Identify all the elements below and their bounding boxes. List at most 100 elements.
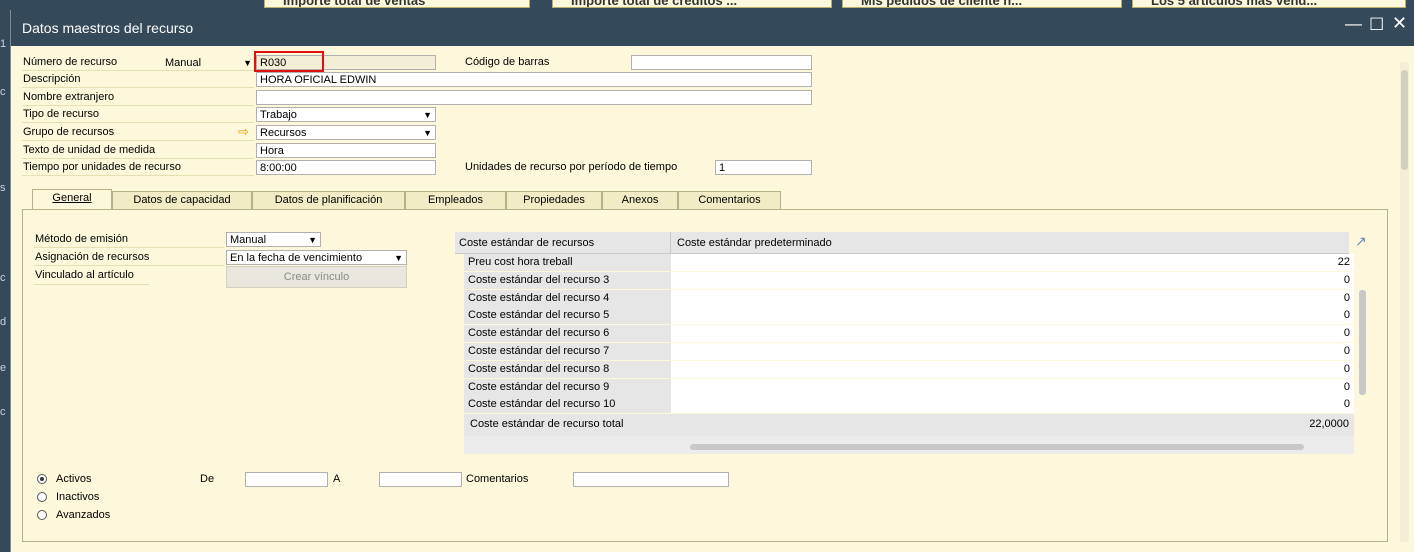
grupo-select[interactable]: Recursos ▼: [256, 125, 436, 140]
cost-row: Coste estándar del recurso 50: [464, 307, 1354, 325]
inactivos-radio[interactable]: [37, 492, 47, 502]
cost-col2-header: Coste estándar predeterminado: [677, 237, 832, 249]
row-divider: [22, 87, 254, 88]
cost-row-label: Coste estándar del recurso 6: [464, 325, 671, 343]
cost-row: Coste estándar del recurso 30: [464, 271, 1354, 289]
numero-series-select[interactable]: Manual ▼: [161, 55, 256, 70]
unidades-periodo-label: Unidades de recurso por período de tiemp…: [465, 161, 678, 173]
minimize-icon[interactable]: —: [1345, 14, 1362, 34]
tab-label: Empleados: [427, 194, 484, 206]
texto-unidad-input[interactable]: Hora: [256, 143, 436, 158]
activos-radio[interactable]: [37, 474, 47, 484]
close-icon[interactable]: ✕: [1392, 13, 1407, 34]
grupo-label: Grupo de recursos: [23, 126, 115, 138]
left-strip-char: d: [0, 316, 7, 328]
asignacion-label: Asignación de recursos: [35, 251, 150, 263]
cost-total-row: Coste estándar de recurso total 22,0000: [464, 414, 1354, 436]
bg-tab-articulos[interactable]: Los 5 artículos más vend...: [1132, 0, 1406, 8]
row-divider: [22, 122, 254, 123]
nombre-extranjero-label: Nombre extranjero: [23, 91, 115, 103]
left-strip-char: c: [0, 272, 6, 284]
left-strip-char: c: [0, 406, 6, 418]
window-scrollbar-track[interactable]: [1400, 62, 1409, 542]
unidades-periodo-input[interactable]: 1: [715, 160, 812, 175]
cost-row-value[interactable]: 0: [671, 271, 1354, 289]
codigo-barras-label: Código de barras: [465, 56, 550, 68]
descripcion-input[interactable]: HORA OFICIAL EDWIN: [256, 72, 812, 87]
tab-label: Datos de planificación: [274, 194, 383, 206]
avanzados-radio[interactable]: [37, 510, 47, 520]
tab-datos-capacidad[interactable]: Datos de capacidad: [112, 191, 252, 209]
cost-row: Coste estándar del recurso 40: [464, 289, 1354, 307]
de-input[interactable]: [245, 472, 328, 487]
a-input[interactable]: [379, 472, 462, 487]
comentarios-input[interactable]: [573, 472, 729, 487]
tab-anexos[interactable]: Anexos: [602, 191, 678, 209]
texto-unidad-label: Texto de unidad de medida: [23, 144, 156, 156]
dropdown-arrow-icon: ▼: [423, 110, 432, 120]
dropdown-arrow-icon: ▼: [243, 58, 252, 68]
tab-comentarios[interactable]: Comentarios: [678, 191, 781, 209]
cost-row-value[interactable]: 0: [671, 378, 1354, 396]
cost-row-label: Coste estándar del recurso 4: [464, 289, 671, 307]
activos-label: Activos: [56, 473, 92, 485]
title-bar: Datos maestros del recurso — ☐ ✕: [11, 10, 1414, 46]
left-strip-char: e: [0, 362, 7, 374]
tiempo-input[interactable]: 8:00:00: [256, 160, 436, 175]
horizontal-scrollbar-thumb[interactable]: [690, 444, 1304, 450]
tipo-select[interactable]: Trabajo ▼: [256, 107, 436, 122]
cost-row-label: Coste estándar del recurso 10: [464, 396, 671, 414]
dropdown-arrow-icon: ▼: [394, 253, 403, 263]
nombre-extranjero-input[interactable]: [256, 90, 812, 105]
metodo-label: Método de emisión: [35, 233, 128, 245]
cost-col1-header: Coste estándar de recursos: [459, 237, 595, 249]
row-divider: [34, 265, 224, 266]
expand-icon[interactable]: ↗: [1355, 233, 1367, 250]
cost-row-value[interactable]: 22: [671, 254, 1354, 271]
tab-label: General: [52, 192, 92, 204]
cost-row-value[interactable]: 0: [671, 360, 1354, 378]
cost-row-value[interactable]: 0: [671, 396, 1354, 414]
cost-row-label: Coste estándar del recurso 5: [464, 307, 671, 325]
asignacion-select[interactable]: En la fecha de vencimiento ▼: [226, 250, 407, 265]
horizontal-scrollbar-track[interactable]: [464, 436, 1354, 454]
crear-vinculo-button[interactable]: Crear vínculo: [226, 266, 407, 288]
tab-propiedades[interactable]: Propiedades: [506, 191, 602, 209]
bg-tab-ventas[interactable]: Importe total de ventas: [264, 0, 530, 8]
codigo-barras-input[interactable]: [631, 55, 812, 70]
metodo-select[interactable]: Manual ▼: [226, 232, 321, 247]
tab-general[interactable]: General: [32, 189, 112, 209]
cost-row-value[interactable]: 0: [671, 289, 1354, 307]
tiempo-label: Tiempo por unidades de recurso: [23, 161, 181, 173]
tab-label: Comentarios: [698, 194, 761, 206]
tipo-value: Trabajo: [260, 109, 297, 121]
bg-tab-pedidos[interactable]: Mis pedidos de cliente n...: [842, 0, 1122, 8]
vinculado-label: Vinculado al artículo: [35, 269, 134, 281]
table-vertical-scrollbar[interactable]: [1359, 290, 1366, 395]
bg-tab-creditos[interactable]: Importe total de créditos ...: [552, 0, 832, 8]
link-arrow-icon[interactable]: ⇨: [238, 124, 249, 140]
window-scrollbar-thumb[interactable]: [1401, 70, 1408, 170]
numero-series-value: Manual: [165, 57, 202, 69]
cost-row-label: Preu cost hora treball: [464, 254, 671, 271]
row-divider: [22, 140, 254, 141]
numero-label: Número de recurso: [23, 56, 118, 68]
cost-row-value[interactable]: 0: [671, 343, 1354, 360]
cost-row: Coste estándar del recurso 70: [464, 343, 1354, 360]
cost-row-label: Coste estándar del recurso 9: [464, 378, 671, 396]
descripcion-label: Descripción: [23, 73, 81, 85]
dropdown-arrow-icon: ▼: [423, 128, 432, 138]
cost-row-value[interactable]: 0: [671, 307, 1354, 325]
cost-row-label: Coste estándar del recurso 3: [464, 271, 671, 289]
maximize-icon[interactable]: ☐: [1369, 15, 1384, 35]
grupo-value: Recursos: [260, 127, 307, 139]
left-strip-char: c: [0, 86, 6, 98]
column-separator: [670, 232, 671, 254]
comentarios-label: Comentarios: [466, 473, 529, 485]
row-divider: [22, 175, 254, 176]
de-label: De: [200, 473, 215, 485]
tipo-label: Tipo de recurso: [23, 108, 100, 120]
cost-row-value[interactable]: 0: [671, 325, 1354, 343]
tab-datos-planificacion[interactable]: Datos de planificación: [252, 191, 405, 209]
tab-empleados[interactable]: Empleados: [405, 191, 506, 209]
